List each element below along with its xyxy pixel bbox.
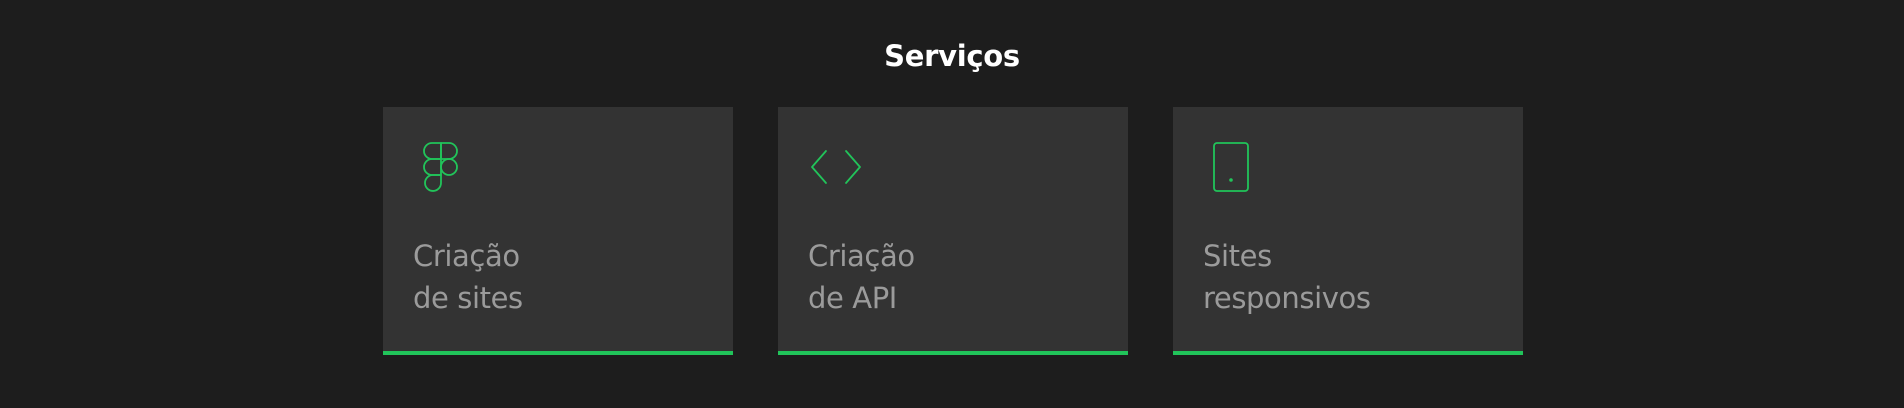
service-card-title: Criação de API (808, 239, 915, 315)
service-card-title: Sites responsivos (1203, 239, 1371, 315)
figma-icon (413, 139, 469, 195)
service-card-title: Criação de sites (413, 239, 523, 315)
service-card-responsive-sites[interactable]: Sites responsivos (1173, 107, 1523, 355)
service-card-site-creation[interactable]: Criação de sites (383, 107, 733, 355)
service-card-api-creation[interactable]: Criação de API (778, 107, 1128, 355)
services-list: Criação de sites Criação de API Sites re… (383, 107, 1523, 355)
code-icon (808, 139, 864, 195)
section-title: Serviços (884, 39, 1020, 73)
smartphone-icon (1203, 139, 1259, 195)
